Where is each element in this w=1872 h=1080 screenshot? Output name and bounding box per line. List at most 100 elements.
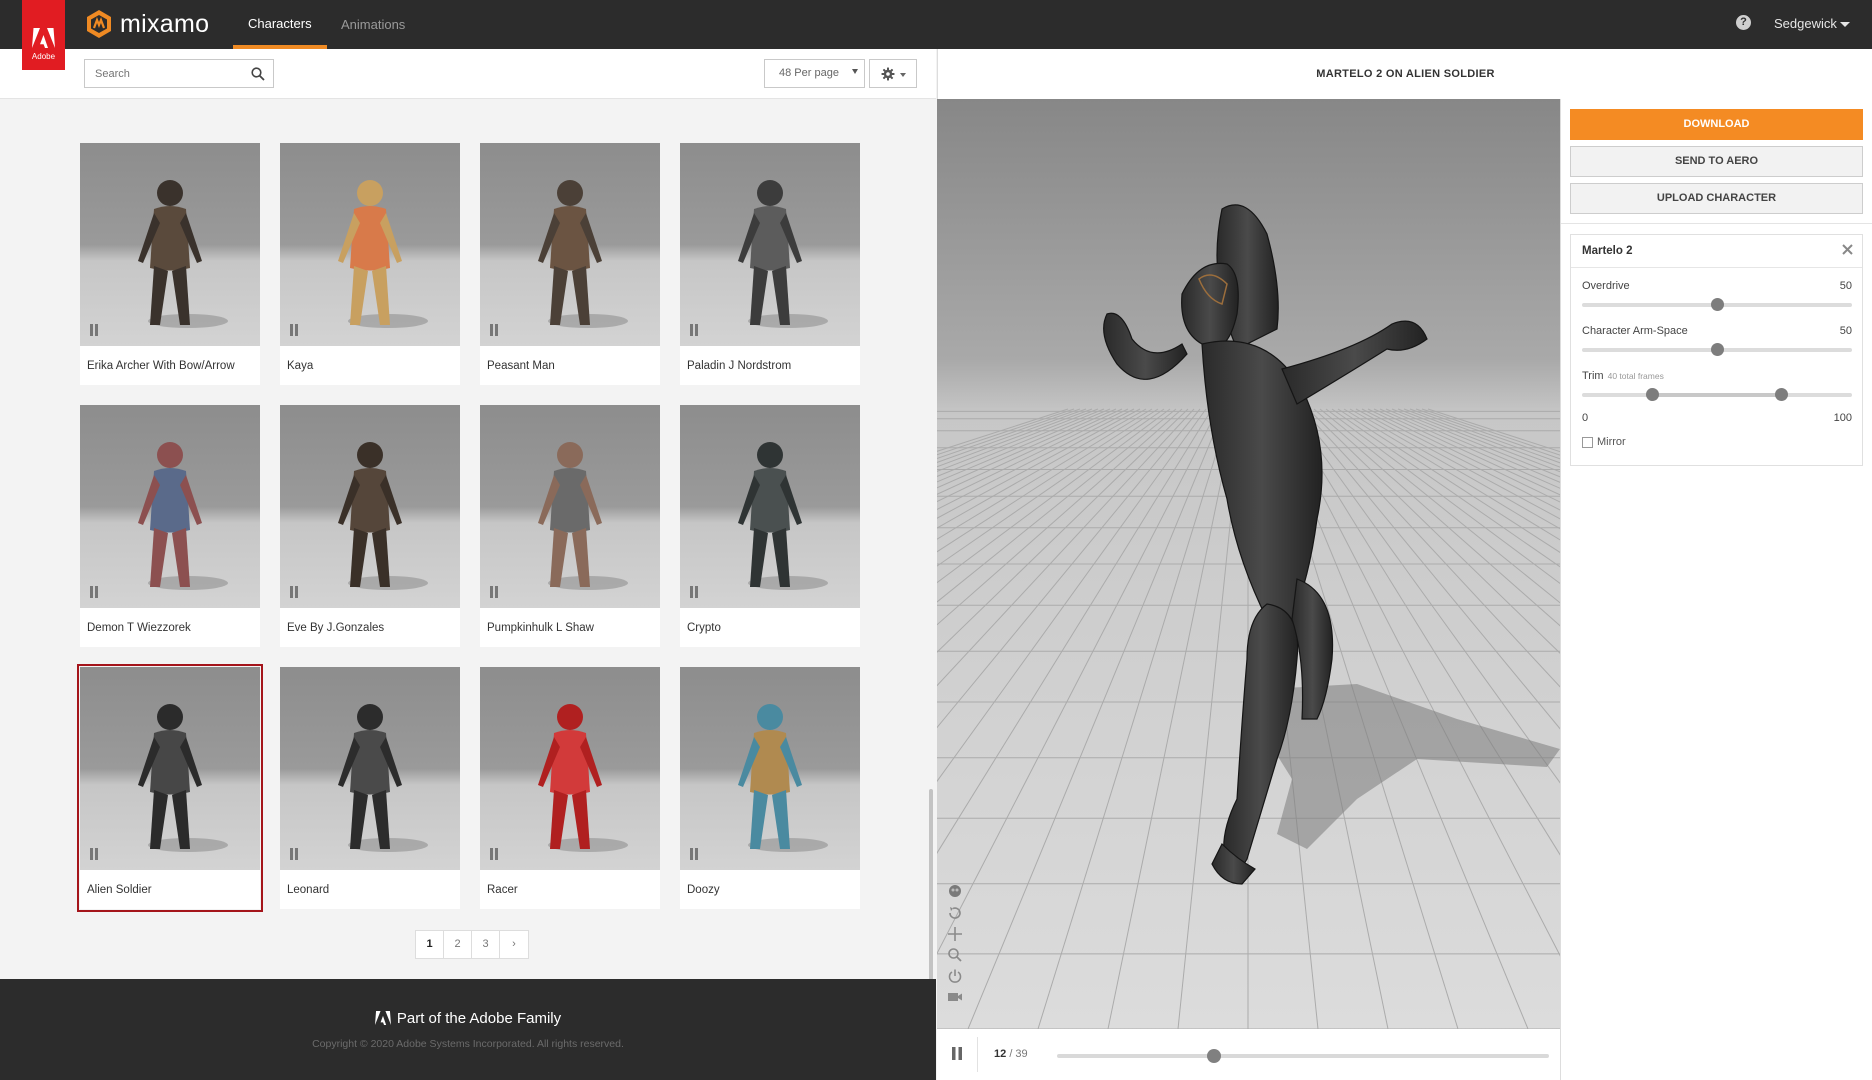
frame-counter: 12 / 39 xyxy=(994,1048,1028,1060)
tab-characters[interactable]: Characters xyxy=(233,0,327,49)
reset-view-icon[interactable] xyxy=(947,905,963,921)
overdrive-slider-handle[interactable] xyxy=(1710,298,1724,311)
mirror-label: Mirror xyxy=(1597,436,1626,448)
rig-icon xyxy=(690,586,698,598)
rig-icon xyxy=(90,586,98,598)
character-thumbnail xyxy=(480,667,660,870)
adobe-logo-icon xyxy=(374,1011,391,1025)
character-card[interactable]: Peasant Man xyxy=(480,143,660,385)
adobe-badge[interactable]: Adobe xyxy=(22,0,65,70)
character-figure xyxy=(138,704,228,852)
page-1-button[interactable]: 1 xyxy=(416,931,444,958)
trim-slider[interactable] xyxy=(1582,388,1852,401)
chevron-down-icon xyxy=(1839,22,1850,28)
arm-space-slider-handle[interactable] xyxy=(1710,343,1724,356)
overdrive-label: Overdrive xyxy=(1582,280,1630,292)
character-figure xyxy=(538,180,628,328)
overdrive-slider[interactable] xyxy=(1582,298,1852,311)
pagination: 1 2 3 › xyxy=(415,930,529,959)
3d-viewport[interactable] xyxy=(937,99,1560,1029)
copyright-text: Copyright © 2020 Adobe Systems Incorpora… xyxy=(312,1038,624,1050)
character-name: Crypto xyxy=(687,622,721,634)
dropdown-arrow-icon xyxy=(852,69,858,74)
character-figure xyxy=(538,704,628,852)
character-card[interactable]: Alien Soldier xyxy=(77,664,263,912)
rig-icon xyxy=(490,586,498,598)
user-menu[interactable]: Sedgewick xyxy=(1774,16,1850,31)
animation-name: Martelo 2 xyxy=(1582,245,1633,257)
viewport-tools xyxy=(947,884,963,1010)
character-thumbnail xyxy=(680,405,860,608)
divider xyxy=(1571,267,1862,268)
character-thumbnail xyxy=(80,405,260,608)
character-name: Eve By J.Gonzales xyxy=(287,622,385,634)
character-card[interactable]: Pumpkinhulk L Shaw xyxy=(480,405,660,647)
character-name: Erika Archer With Bow/Arrow xyxy=(87,360,235,372)
browser-toolbar: 48 Per page xyxy=(0,49,936,99)
page-2-button[interactable]: 2 xyxy=(444,931,472,958)
app-name: mixamo xyxy=(120,9,210,38)
character-card[interactable]: Kaya xyxy=(280,143,460,385)
character-figure xyxy=(738,442,828,590)
character-figure xyxy=(138,442,228,590)
character-name: Racer xyxy=(487,884,518,896)
timeline-scrubber[interactable] xyxy=(1057,1049,1549,1063)
tab-animations[interactable]: Animations xyxy=(326,0,420,49)
per-page-value: 48 Per page xyxy=(779,67,839,79)
search-input[interactable] xyxy=(85,60,245,87)
timeline-handle[interactable] xyxy=(1207,1049,1222,1063)
character-card[interactable]: Paladin J Nordstrom xyxy=(680,143,860,385)
rig-icon xyxy=(290,848,298,860)
character-thumbnail xyxy=(480,143,660,346)
search-box xyxy=(84,59,274,88)
mirror-checkbox[interactable] xyxy=(1582,436,1593,448)
character-browser: Medea By M. ArrebolaMaw J LaygoPassive M… xyxy=(0,49,936,1080)
character-figure xyxy=(738,180,828,328)
pause-icon[interactable] xyxy=(951,1047,963,1060)
skeleton-icon[interactable] xyxy=(947,884,963,900)
character-thumbnail xyxy=(680,143,860,346)
close-icon[interactable] xyxy=(1842,244,1853,255)
character-card[interactable]: Racer xyxy=(480,667,660,909)
playback-bar: 12 / 39 xyxy=(937,1029,1560,1080)
settings-button[interactable] xyxy=(869,59,917,88)
character-card[interactable]: Demon T Wiezzorek xyxy=(80,405,260,647)
trim-end-handle[interactable] xyxy=(1775,388,1789,401)
pan-icon[interactable] xyxy=(947,926,963,942)
character-figure xyxy=(138,180,228,328)
download-button[interactable]: DOWNLOAD xyxy=(1570,109,1863,140)
send-to-aero-button[interactable]: SEND TO AERO xyxy=(1570,146,1863,177)
character-thumbnail xyxy=(80,143,260,346)
character-figure xyxy=(538,442,628,590)
upload-character-button[interactable]: UPLOAD CHARACTER xyxy=(1570,183,1863,214)
help-icon[interactable]: ? xyxy=(1736,15,1751,30)
mixamo-logo[interactable]: mixamo xyxy=(84,9,209,39)
trim-min: 0 xyxy=(1582,412,1589,424)
character-figure xyxy=(338,442,428,590)
rig-icon xyxy=(490,324,498,336)
adobe-badge-label: Adobe xyxy=(31,52,56,61)
rig-icon xyxy=(290,586,298,598)
page-3-button[interactable]: 3 xyxy=(472,931,500,958)
arm-space-slider[interactable] xyxy=(1582,343,1852,356)
character-card[interactable]: Erika Archer With Bow/Arrow xyxy=(80,143,260,385)
power-icon[interactable] xyxy=(947,968,963,984)
rig-icon xyxy=(490,848,498,860)
mixamo-logo-icon xyxy=(87,10,111,38)
trim-start-handle[interactable] xyxy=(1645,388,1659,401)
character-card[interactable]: Leonard xyxy=(280,667,460,909)
animation-settings: Martelo 2 Overdrive 50 Character Arm-Spa… xyxy=(1570,234,1863,466)
character-card[interactable]: Eve By J.Gonzales xyxy=(280,405,460,647)
zoom-icon[interactable] xyxy=(947,947,963,963)
trim-range xyxy=(1652,393,1782,397)
search-icon[interactable] xyxy=(251,67,265,81)
character-card[interactable]: Doozy xyxy=(680,667,860,909)
camera-icon[interactable] xyxy=(947,989,963,1005)
mirror-toggle[interactable]: Mirror xyxy=(1582,436,1626,448)
character-name: Leonard xyxy=(287,884,330,896)
overdrive-value: 50 xyxy=(1839,280,1852,292)
character-card[interactable]: Crypto xyxy=(680,405,860,647)
next-page-button[interactable]: › xyxy=(500,931,528,958)
trim-title: Trim xyxy=(1582,370,1604,382)
per-page-select[interactable]: 48 Per page xyxy=(764,59,865,88)
